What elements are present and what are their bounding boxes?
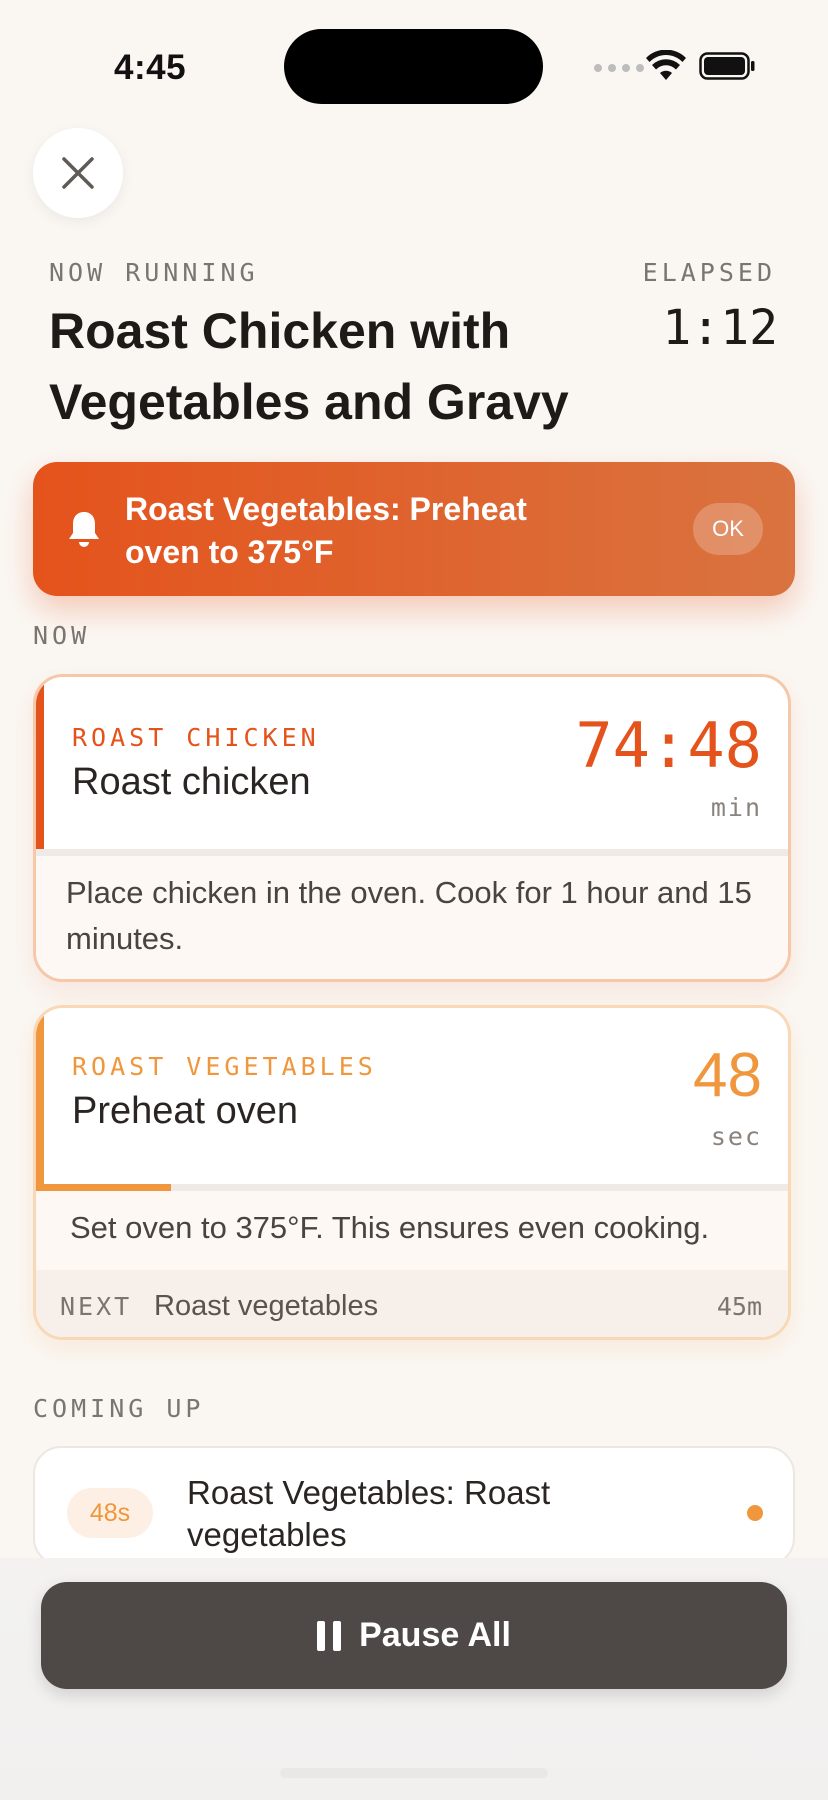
pause-icon [317,1620,342,1651]
step-card-preheat-oven[interactable]: ROAST VEGETABLES Preheat oven 48 sec Set… [33,1005,791,1340]
status-dot [747,1505,763,1521]
alert-banner: Roast Vegetables: Preheat oven to 375°F … [33,462,795,596]
wifi-icon [646,50,686,80]
dynamic-island [284,29,543,104]
step-header: ROAST VEGETABLES Preheat oven 48 sec [36,1008,788,1184]
close-button[interactable] [33,128,123,218]
elapsed-timer: 1:12 [662,300,778,356]
coming-up-label: COMING UP [33,1394,205,1423]
step-name: Preheat oven [72,1090,299,1132]
home-indicator [280,1768,548,1778]
step-timer: 48 [693,1041,762,1110]
elapsed-label: ELAPSED [642,258,776,287]
step-description-area: Place chicken in the oven. Cook for 1 ho… [36,856,788,979]
battery-icon [699,52,755,80]
step-accent-bar [36,1008,44,1184]
cellular-signal-icon [594,64,644,72]
coming-up-countdown-badge: 48s [67,1488,153,1538]
step-name: Roast chicken [72,761,311,803]
next-step-duration: 45m [716,1292,762,1321]
step-accent-bar [36,677,44,849]
coming-up-title: Roast Vegetables: Roast vegetables [187,1474,551,1553]
step-progress-bar [36,849,788,856]
step-card-roast-chicken[interactable]: ROAST CHICKEN Roast chicken 74:48 min Pl… [33,674,791,982]
next-step-name: Roast vegetables [154,1290,379,1322]
now-section-label: NOW [33,621,91,650]
step-header: ROAST CHICKEN Roast chicken 74:48 min [36,677,788,849]
step-category: ROAST CHICKEN [72,723,320,752]
next-label: NEXT [60,1292,133,1321]
pause-all-button[interactable]: Pause All [41,1582,787,1689]
step-timer: 74:48 [575,709,762,782]
now-running-label: NOW RUNNING [49,258,259,287]
status-time: 4:45 [114,48,187,87]
alert-message: Roast Vegetables: Preheat oven to 375°F [125,491,527,570]
close-icon [62,157,94,189]
step-progress-fill [36,1184,172,1191]
bottom-action-panel: Pause All [0,1558,828,1800]
status-bar: 4:45 [0,0,828,130]
bell-icon [69,512,99,547]
step-timer-unit: min [710,793,762,822]
step-description-area: Set oven to 375°F. This ensures even coo… [36,1191,788,1270]
next-step-row: NEXT Roast vegetables 45m [36,1270,788,1337]
step-description: Set oven to 375°F. This ensures even coo… [70,1210,710,1245]
recipe-title: Roast Chicken with Vegetables and Gravy [49,303,569,430]
step-timer-unit: sec [710,1122,762,1151]
pause-all-label: Pause All [359,1616,511,1654]
step-category: ROAST VEGETABLES [72,1052,377,1081]
step-description: Place chicken in the oven. Cook for 1 ho… [66,875,752,956]
coming-up-item[interactable]: 48s Roast Vegetables: Roast vegetables [33,1446,795,1566]
alert-ok-button[interactable]: OK [693,503,763,555]
step-progress-bar [36,1184,788,1191]
